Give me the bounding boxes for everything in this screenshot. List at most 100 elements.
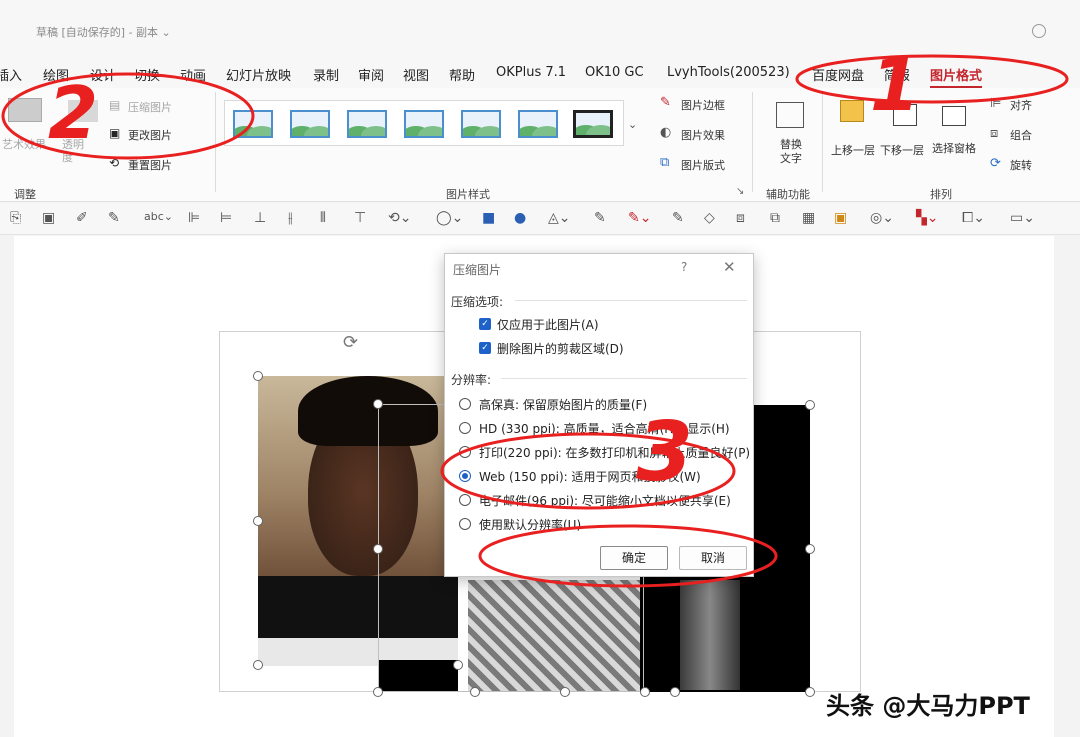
- resize-handle[interactable]: [253, 516, 263, 526]
- tab-baidu-pan[interactable]: 百度网盘: [812, 65, 864, 84]
- tab-picture-format[interactable]: 图片格式: [930, 65, 983, 89]
- resolution-print-label[interactable]: 打印(220 ppi): 在多数打印机和屏幕上质量良好(P): [479, 444, 750, 461]
- tab-animations[interactable]: 动画: [180, 65, 206, 84]
- align-icon[interactable]: ⊤: [354, 210, 366, 226]
- pen-icon[interactable]: ✎: [672, 210, 684, 226]
- artistic-effects-button[interactable]: 艺术效果: [2, 136, 46, 152]
- resize-handle[interactable]: [805, 400, 815, 410]
- resize-handle[interactable]: [560, 687, 570, 697]
- resize-handle[interactable]: [670, 687, 680, 697]
- radio-web[interactable]: [459, 470, 471, 482]
- align-button[interactable]: 对齐: [1010, 97, 1032, 113]
- picture-effects-button[interactable]: 图片效果: [681, 127, 725, 143]
- tab-okplus[interactable]: OKPlus 7.1: [496, 65, 566, 80]
- picture-border-button[interactable]: 图片边框: [681, 97, 725, 113]
- tab-record[interactable]: 录制: [313, 65, 339, 84]
- tab-draw[interactable]: 绘图: [43, 65, 69, 84]
- compress-pictures-button[interactable]: 压缩图片: [128, 99, 172, 115]
- outline-color-icon[interactable]: ✎⌄: [628, 210, 651, 226]
- resize-handle[interactable]: [470, 687, 480, 697]
- tab-help[interactable]: 帮助: [449, 65, 475, 84]
- group-button[interactable]: 组合: [1010, 127, 1032, 143]
- tab-view[interactable]: 视图: [403, 65, 429, 84]
- alt-text-button[interactable]: 替换文字: [778, 138, 804, 166]
- search-icon[interactable]: [1032, 24, 1046, 38]
- checkbox-apply-only[interactable]: ✓: [479, 318, 491, 330]
- transparency-button[interactable]: 透明度: [62, 138, 88, 164]
- radio-print[interactable]: [459, 446, 471, 458]
- resolution-default-label[interactable]: 使用默认分辨率(U): [479, 516, 581, 533]
- radio-high-fidelity[interactable]: [459, 398, 471, 410]
- tab-transitions[interactable]: 切换: [134, 65, 160, 84]
- align-middle-icon[interactable]: ⊥: [254, 210, 266, 226]
- square-icon[interactable]: ■: [482, 210, 495, 226]
- send-backward-button[interactable]: 下移一层: [880, 142, 924, 158]
- tool-icon[interactable]: ⎘: [10, 210, 21, 226]
- rotate-handle-icon[interactable]: ⟳: [343, 332, 358, 353]
- style-thumb-3[interactable]: [347, 110, 387, 138]
- picture-layout-button[interactable]: 图片版式: [681, 157, 725, 173]
- resolution-hd-label[interactable]: HD (330 ppi): 高质量，适合高清(HD)显示(H): [479, 420, 730, 437]
- resize-handle[interactable]: [373, 399, 383, 409]
- style-thumb-6[interactable]: [518, 110, 558, 138]
- tab-insert[interactable]: 插入: [0, 65, 22, 84]
- style-thumb-7[interactable]: [573, 110, 613, 138]
- layer-icon[interactable]: ▣: [834, 210, 847, 226]
- picture-style-gallery[interactable]: [224, 100, 624, 146]
- tab-jianbao[interactable]: 简报: [884, 65, 910, 84]
- shape-icon[interactable]: ◎⌄: [870, 210, 894, 226]
- tab-ok10gc[interactable]: OK10 GC: [585, 65, 644, 80]
- resize-handle[interactable]: [640, 687, 650, 697]
- resolution-high-fidelity-label[interactable]: 高保真: 保留原始图片的质量(F): [479, 396, 647, 413]
- tab-lvyhtools[interactable]: LvyhTools(200523): [667, 65, 790, 80]
- reset-picture-button[interactable]: 重置图片: [128, 157, 172, 173]
- group-icon[interactable]: ⧈: [736, 210, 745, 226]
- distribute-icon[interactable]: ⫴: [320, 210, 326, 226]
- text-icon[interactable]: abc⌄: [144, 210, 173, 223]
- frame-icon[interactable]: ▭⌄: [1010, 210, 1035, 226]
- change-picture-button[interactable]: 更改图片: [128, 127, 172, 143]
- align-left-icon[interactable]: ⊫: [188, 210, 200, 226]
- eraser-icon[interactable]: ◇: [704, 210, 715, 226]
- resolution-web-label[interactable]: Web (150 ppi): 适用于网页和投影仪(W): [479, 468, 701, 485]
- tab-design[interactable]: 设计: [90, 65, 116, 84]
- rotate-icon[interactable]: ⟲⌄: [388, 210, 411, 226]
- resize-handle[interactable]: [253, 371, 263, 381]
- tool-icon[interactable]: ▣: [42, 210, 55, 226]
- circle-icon[interactable]: ●: [514, 210, 526, 226]
- align-center-icon[interactable]: ⊨: [220, 210, 232, 226]
- close-icon[interactable]: ✕: [723, 258, 736, 276]
- eyedropper-icon[interactable]: ✎: [594, 210, 606, 226]
- resolution-email-label[interactable]: 电子邮件(96 ppi): 尽可能缩小文档以便共享(E): [479, 492, 731, 509]
- resize-handle[interactable]: [253, 660, 263, 670]
- style-thumb-4[interactable]: [404, 110, 444, 138]
- layer-icon[interactable]: ▦: [802, 210, 815, 226]
- rotate-button[interactable]: 旋转: [1010, 157, 1032, 173]
- shape-icon[interactable]: ◯⌄: [436, 210, 463, 226]
- gallery-more-icon[interactable]: ⌄: [628, 118, 637, 131]
- radio-hd[interactable]: [459, 422, 471, 434]
- style-thumb-1[interactable]: [233, 110, 273, 138]
- selection-pane-button[interactable]: 选择窗格: [932, 140, 976, 156]
- resize-handle[interactable]: [805, 544, 815, 554]
- style-thumb-2[interactable]: [290, 110, 330, 138]
- tab-review[interactable]: 审阅: [358, 65, 384, 84]
- radio-default[interactable]: [459, 518, 471, 530]
- fill-icon[interactable]: ◬⌄: [548, 210, 571, 226]
- resize-handle[interactable]: [373, 687, 383, 697]
- resize-handle[interactable]: [805, 687, 815, 697]
- dialog-launcher-icon[interactable]: ↘: [736, 186, 744, 197]
- checkbox-delete-cropped[interactable]: ✓: [479, 342, 491, 354]
- style-thumb-5[interactable]: [461, 110, 501, 138]
- cancel-button[interactable]: 取消: [679, 546, 747, 570]
- resize-handle[interactable]: [373, 544, 383, 554]
- pen-icon[interactable]: ✎: [108, 210, 120, 226]
- text-box-icon[interactable]: ⧠⌄: [962, 210, 985, 226]
- distribute-icon[interactable]: ⫲: [288, 210, 293, 226]
- option-delete-cropped-label[interactable]: 删除图片的剪裁区域(D): [497, 340, 624, 357]
- help-icon[interactable]: ?: [681, 260, 687, 274]
- radio-email[interactable]: [459, 494, 471, 506]
- option-apply-only-label[interactable]: 仅应用于此图片(A): [497, 316, 599, 333]
- ungroup-icon[interactable]: ⧉: [770, 210, 780, 226]
- tab-slideshow[interactable]: 幻灯片放映: [226, 65, 291, 84]
